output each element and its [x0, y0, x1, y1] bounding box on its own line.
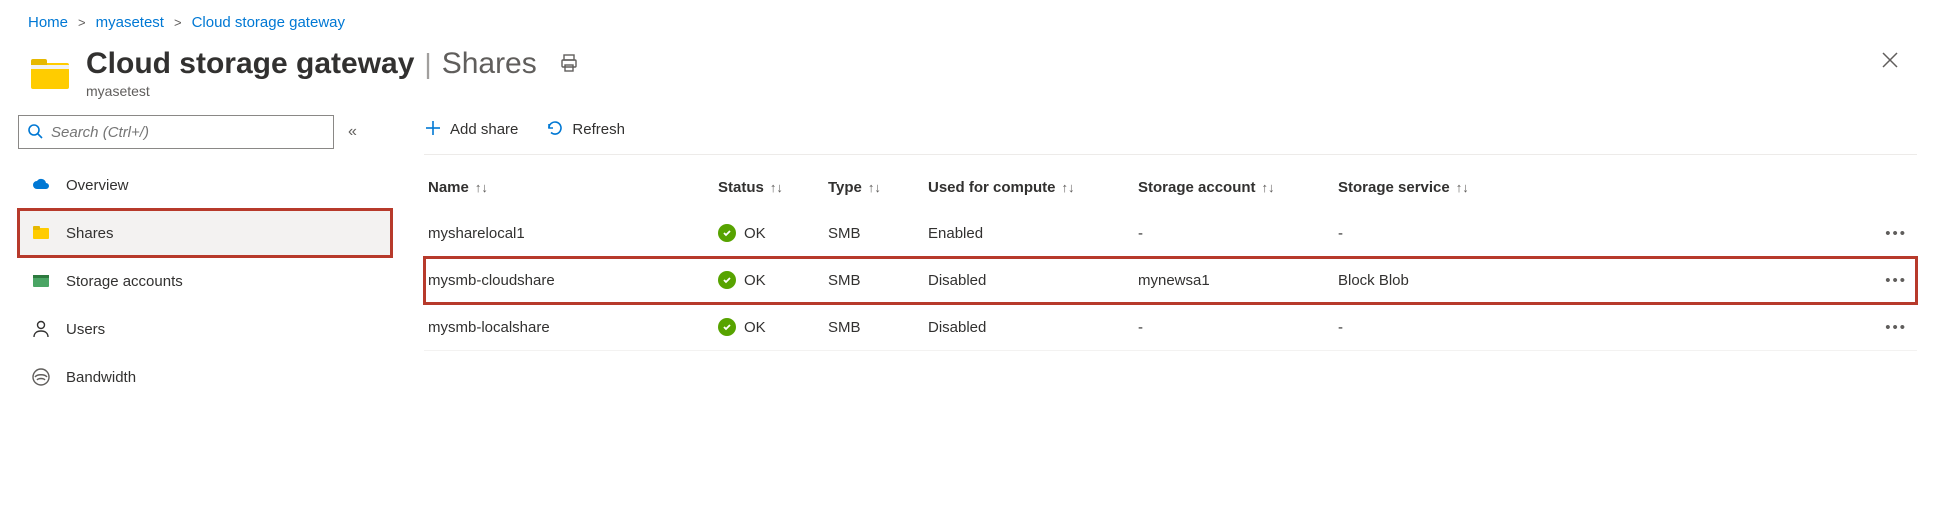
cell-service: -: [1334, 210, 1514, 257]
cell-compute: Disabled: [924, 304, 1134, 351]
chevron-right-icon: >: [174, 15, 182, 30]
sort-icon: ↑↓: [868, 180, 881, 195]
table-row[interactable]: mysmb-cloudshare OK SMB Disabled mynewsa…: [424, 257, 1917, 304]
sort-icon: ↑↓: [770, 180, 783, 195]
ok-icon: [718, 224, 736, 242]
search-input[interactable]: [18, 115, 334, 149]
collapse-icon[interactable]: «: [348, 123, 357, 141]
cell-type: SMB: [824, 257, 924, 304]
add-share-label: Add share: [450, 121, 518, 138]
plus-icon: [424, 119, 442, 141]
toolbar: Add share Refresh: [424, 115, 1917, 155]
cell-account: mynewsa1: [1134, 257, 1334, 304]
row-more-button[interactable]: •••: [1514, 210, 1917, 257]
cell-compute: Enabled: [924, 210, 1134, 257]
shares-table: Name↑↓ Status↑↓ Type↑↓ Used for compute↑…: [424, 165, 1917, 351]
sort-icon: ↑↓: [1456, 180, 1469, 195]
sidebar: « Overview Shares: [0, 107, 392, 401]
cell-account: -: [1134, 304, 1334, 351]
cell-type: SMB: [824, 304, 924, 351]
bandwidth-icon: [30, 366, 52, 388]
column-header-status[interactable]: Status↑↓: [714, 165, 824, 210]
cell-name: mysmb-cloudshare: [424, 257, 714, 304]
table-row[interactable]: mysharelocal1 OK SMB Enabled - - •••: [424, 210, 1917, 257]
folder-icon: [28, 51, 72, 95]
page-subtitle: myasetest: [86, 83, 1871, 99]
refresh-button[interactable]: Refresh: [546, 119, 625, 141]
page-section: Shares: [442, 47, 537, 81]
column-header-name[interactable]: Name↑↓: [424, 165, 714, 210]
cell-name: mysmb-localshare: [424, 304, 714, 351]
search-icon: [27, 123, 43, 142]
cell-service: Block Blob: [1334, 257, 1514, 304]
cloud-icon: [30, 174, 52, 196]
sidebar-item-label: Bandwidth: [66, 369, 136, 386]
cell-status: OK: [718, 224, 814, 242]
sort-icon: ↑↓: [1262, 180, 1275, 195]
row-more-button[interactable]: •••: [1514, 304, 1917, 351]
refresh-icon: [546, 119, 564, 141]
refresh-label: Refresh: [572, 121, 625, 138]
sidebar-item-storage-accounts[interactable]: Storage accounts: [18, 257, 392, 305]
column-header-account[interactable]: Storage account↑↓: [1134, 165, 1334, 210]
sidebar-item-label: Overview: [66, 177, 129, 194]
breadcrumb-parent[interactable]: myasetest: [96, 14, 164, 31]
table-row[interactable]: mysmb-localshare OK SMB Disabled - - •••: [424, 304, 1917, 351]
breadcrumb-home[interactable]: Home: [28, 14, 68, 31]
sidebar-item-overview[interactable]: Overview: [18, 161, 392, 209]
column-header-type[interactable]: Type↑↓: [824, 165, 924, 210]
column-header-service[interactable]: Storage service↑↓: [1334, 165, 1514, 210]
sidebar-item-bandwidth[interactable]: Bandwidth: [18, 353, 392, 401]
cell-status: OK: [718, 318, 814, 336]
cell-status: OK: [718, 271, 814, 289]
sidebar-item-shares[interactable]: Shares: [18, 209, 392, 257]
folder-icon: [30, 222, 52, 244]
cell-type: SMB: [824, 210, 924, 257]
cell-service: -: [1334, 304, 1514, 351]
storage-icon: [30, 270, 52, 292]
cell-name: mysharelocal1: [424, 210, 714, 257]
sidebar-item-label: Users: [66, 321, 105, 338]
print-icon[interactable]: [559, 53, 579, 76]
sort-icon: ↑↓: [1062, 180, 1075, 195]
main-content: Add share Refresh Name↑↓ Status↑↓ Type↑↓…: [392, 107, 1937, 401]
breadcrumb: Home > myasetest > Cloud storage gateway: [0, 0, 1937, 41]
chevron-right-icon: >: [78, 15, 86, 30]
search-field[interactable]: [49, 123, 325, 142]
user-icon: [30, 318, 52, 340]
sidebar-item-label: Storage accounts: [66, 273, 183, 290]
column-header-compute[interactable]: Used for compute↑↓: [924, 165, 1134, 210]
add-share-button[interactable]: Add share: [424, 119, 518, 141]
divider: |: [424, 48, 431, 80]
sort-icon: ↑↓: [475, 180, 488, 195]
ok-icon: [718, 271, 736, 289]
ok-icon: [718, 318, 736, 336]
row-more-button[interactable]: •••: [1514, 257, 1917, 304]
sidebar-item-users[interactable]: Users: [18, 305, 392, 353]
sidebar-item-label: Shares: [66, 225, 114, 242]
cell-compute: Disabled: [924, 257, 1134, 304]
breadcrumb-current[interactable]: Cloud storage gateway: [192, 14, 345, 31]
close-icon[interactable]: [1871, 47, 1909, 79]
cell-account: -: [1134, 210, 1334, 257]
page-title: Cloud storage gateway: [86, 47, 414, 81]
